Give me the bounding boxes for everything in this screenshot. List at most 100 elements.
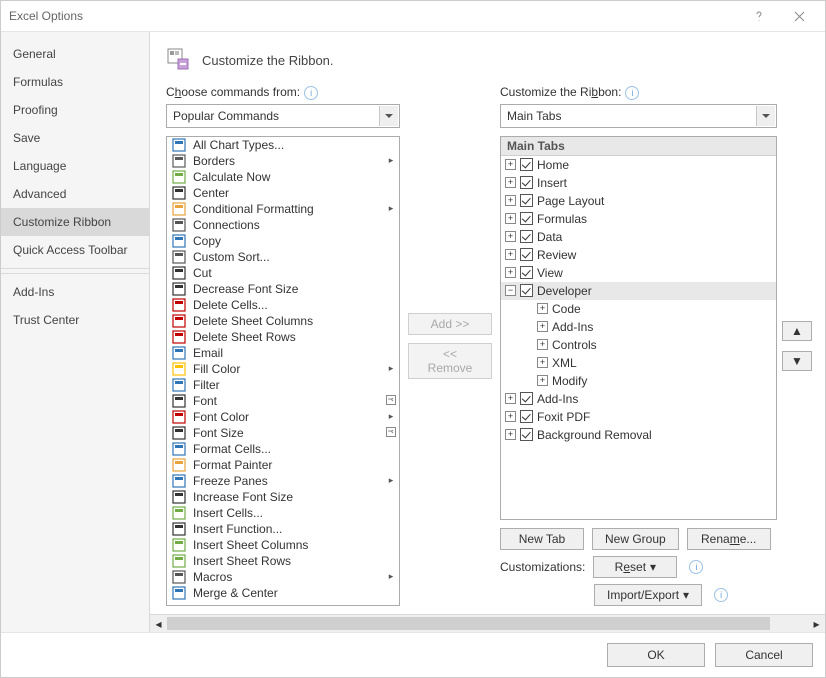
tree-node[interactable]: +Page Layout [501,192,776,210]
checkbox[interactable] [520,284,533,297]
new-tab-button[interactable]: New Tab [500,528,584,550]
scroll-left-icon[interactable]: ◂ [150,615,167,632]
checkbox[interactable] [520,194,533,207]
command-item[interactable]: Cut [167,265,399,281]
command-item[interactable]: Decrease Font Size [167,281,399,297]
cancel-button[interactable]: Cancel [715,643,813,667]
sidebar-item-save[interactable]: Save [1,124,149,152]
sidebar-item-language[interactable]: Language [1,152,149,180]
expand-icon[interactable]: + [505,195,516,206]
command-item[interactable]: Filter [167,377,399,393]
ribbon-tree[interactable]: Main Tabs +Home+Insert+Page Layout+Formu… [500,136,777,520]
command-item[interactable]: Delete Sheet Columns [167,313,399,329]
command-item[interactable]: Merge & Center [167,585,399,601]
command-item[interactable]: Insert Sheet Rows [167,553,399,569]
chevron-down-icon[interactable] [756,106,775,126]
command-item[interactable]: Center [167,185,399,201]
sidebar-item-proofing[interactable]: Proofing [1,96,149,124]
command-item[interactable]: Delete Cells... [167,297,399,313]
tree-node[interactable]: +Add-Ins [501,390,776,408]
checkbox[interactable] [520,230,533,243]
expand-icon[interactable]: + [537,339,548,350]
expand-icon[interactable]: + [537,357,548,368]
tree-node[interactable]: +Insert [501,174,776,192]
tree-node[interactable]: +Modify [501,372,776,390]
expand-icon[interactable]: + [505,231,516,242]
expand-icon[interactable]: + [505,249,516,260]
expand-icon[interactable]: + [537,375,548,386]
command-item[interactable]: Delete Sheet Rows [167,329,399,345]
checkbox[interactable] [520,392,533,405]
command-item[interactable]: Insert Function... [167,521,399,537]
scroll-right-icon[interactable]: ▸ [808,615,825,632]
move-down-button[interactable]: ▼ [782,351,812,371]
checkbox[interactable] [520,410,533,423]
new-group-button[interactable]: New Group [592,528,679,550]
checkbox[interactable] [520,158,533,171]
tree-node[interactable]: +Data [501,228,776,246]
expand-icon[interactable]: + [505,267,516,278]
info-icon[interactable]: i [689,560,703,574]
command-item[interactable]: Connections [167,217,399,233]
sidebar-item-advanced[interactable]: Advanced [1,180,149,208]
command-item[interactable]: Format Painter [167,457,399,473]
tree-node[interactable]: +View [501,264,776,282]
command-item[interactable]: Format Cells... [167,441,399,457]
sidebar-item-formulas[interactable]: Formulas [1,68,149,96]
add-button[interactable]: Add >> [408,313,492,335]
reset-dropdown[interactable]: Reset▾ [593,556,677,578]
command-item[interactable]: Email [167,345,399,361]
command-item[interactable]: Font Size [167,425,399,441]
sidebar-item-general[interactable]: General [1,40,149,68]
info-icon[interactable]: i [714,588,728,602]
sidebar-item-add-ins[interactable]: Add-Ins [1,278,149,306]
tree-node[interactable]: −Developer [501,282,776,300]
tree-node[interactable]: +Add-Ins [501,318,776,336]
remove-button[interactable]: << Remove [408,343,492,379]
tree-node[interactable]: +Background Removal [501,426,776,444]
sidebar-item-quick-access-toolbar[interactable]: Quick Access Toolbar [1,236,149,264]
sidebar-item-customize-ribbon[interactable]: Customize Ribbon [1,208,149,236]
checkbox[interactable] [520,428,533,441]
command-item[interactable]: Increase Font Size [167,489,399,505]
rename-button[interactable]: Rename... [687,528,771,550]
sidebar-item-trust-center[interactable]: Trust Center [1,306,149,334]
tree-node[interactable]: +Review [501,246,776,264]
command-item[interactable]: Font [167,393,399,409]
expand-icon[interactable]: + [537,303,548,314]
command-item[interactable]: Insert Sheet Columns [167,537,399,553]
help-button[interactable] [739,2,779,30]
checkbox[interactable] [520,212,533,225]
horizontal-scrollbar[interactable]: ◂ ▸ [150,614,825,632]
tree-node[interactable]: +Code [501,300,776,318]
move-up-button[interactable]: ▲ [782,321,812,341]
command-item[interactable]: Copy [167,233,399,249]
info-icon[interactable]: i [304,86,318,100]
command-item[interactable]: Fill Color▸ [167,361,399,377]
tree-node[interactable]: +Foxit PDF [501,408,776,426]
import-export-dropdown[interactable]: Import/Export▾ [594,584,702,606]
close-button[interactable] [779,2,819,30]
ribbon-combo[interactable]: Main Tabs [500,104,777,128]
chevron-down-icon[interactable] [379,106,398,126]
expand-icon[interactable]: + [505,159,516,170]
command-item[interactable]: All Chart Types... [167,137,399,153]
scrollbar-thumb[interactable] [167,617,770,630]
expand-icon[interactable]: + [505,429,516,440]
command-item[interactable]: Insert Cells... [167,505,399,521]
expand-icon[interactable]: + [505,177,516,188]
info-icon[interactable]: i [625,86,639,100]
tree-node[interactable]: +Formulas [501,210,776,228]
expand-icon[interactable]: + [505,213,516,224]
tree-node[interactable]: +XML [501,354,776,372]
tree-node[interactable]: +Controls [501,336,776,354]
command-item[interactable]: Calculate Now [167,169,399,185]
expand-icon[interactable]: + [505,411,516,422]
command-item[interactable]: Macros▸ [167,569,399,585]
checkbox[interactable] [520,248,533,261]
expand-icon[interactable]: + [505,393,516,404]
ok-button[interactable]: OK [607,643,705,667]
checkbox[interactable] [520,266,533,279]
command-item[interactable]: Custom Sort... [167,249,399,265]
command-item[interactable]: Borders▸ [167,153,399,169]
